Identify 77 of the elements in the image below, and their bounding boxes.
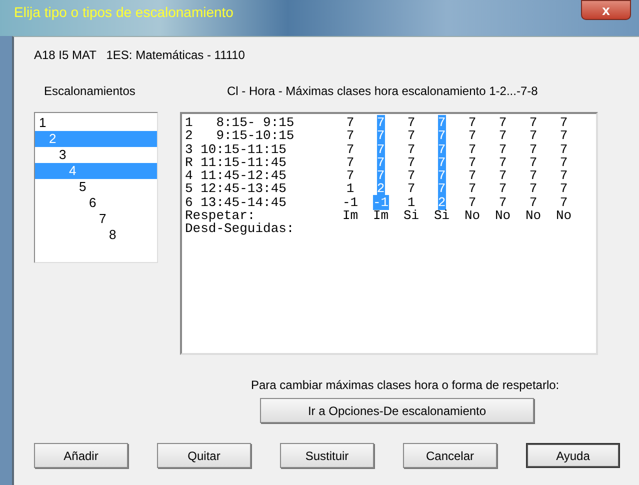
table-cell[interactable]: 7 bbox=[468, 142, 476, 157]
dialog-button[interactable]: Añadir bbox=[34, 443, 128, 468]
row-label: R 11:15-11:45 bbox=[185, 156, 288, 170]
row-label: Desd-Seguidas: bbox=[185, 222, 296, 236]
table-cell[interactable]: 7 bbox=[529, 142, 538, 157]
table-cell[interactable]: 7 bbox=[346, 154, 354, 170]
list-item[interactable]: 8 bbox=[35, 227, 157, 243]
table-cell[interactable]: 7 bbox=[407, 128, 416, 144]
row-label: 2 9:15-10:15 bbox=[185, 129, 296, 143]
table-cell[interactable]: 7 bbox=[407, 168, 416, 184]
dialog-button[interactable]: Ayuda bbox=[526, 443, 620, 468]
table-cell[interactable]: 7 bbox=[468, 181, 476, 196]
table-cell[interactable]: Si bbox=[434, 208, 450, 224]
table-cell[interactable]: 7 bbox=[560, 168, 568, 184]
table-cell[interactable]: 7 bbox=[346, 115, 354, 130]
list-item[interactable]: 1 bbox=[35, 115, 157, 131]
table-cell[interactable]: 7 bbox=[560, 142, 568, 157]
list-item[interactable]: 6 bbox=[35, 195, 157, 211]
table-cell[interactable]: 7 bbox=[529, 168, 538, 184]
options-button[interactable]: Ir a Opciones-De escalonamiento bbox=[260, 398, 534, 423]
table-cell[interactable]: No bbox=[464, 208, 480, 224]
row-label: 5 12:45-13:45 bbox=[185, 182, 288, 196]
table-heading: Cl - Hora - Máximas clases hora escalonamiento 1-2...-7-8 bbox=[226, 84, 538, 98]
dialog-button[interactable]: Sustituir bbox=[280, 443, 374, 468]
table-cell[interactable]: 7 bbox=[468, 168, 476, 184]
table-cell[interactable]: -1 bbox=[342, 194, 358, 210]
table-cell[interactable]: 7 bbox=[560, 181, 568, 196]
table-cell[interactable]: 7 bbox=[529, 181, 538, 196]
table-cell[interactable]: 7 bbox=[529, 154, 538, 170]
table-cell[interactable]: 7 bbox=[346, 142, 354, 157]
table-cell[interactable]: 7 bbox=[498, 194, 507, 210]
list-item[interactable]: 5 bbox=[35, 179, 157, 195]
table-cell[interactable]: 7 bbox=[498, 168, 507, 184]
dialog-button[interactable]: Quitar bbox=[157, 443, 251, 468]
table-cell[interactable]: 7 bbox=[498, 128, 507, 144]
row-label: 6 13:45-14:45 bbox=[185, 196, 288, 210]
table-cell[interactable]: 7 bbox=[498, 142, 507, 157]
table-cell[interactable]: 7 bbox=[560, 128, 568, 144]
row-label: 3 10:15-11:15 bbox=[185, 142, 288, 156]
table-cell[interactable]: 7 bbox=[498, 154, 507, 170]
window-title: Elija tipo o tipos de escalonamiento bbox=[14, 4, 234, 20]
table-cell[interactable]: 7 bbox=[468, 194, 476, 210]
row-label: Respetar: bbox=[185, 209, 256, 222]
table-cell[interactable]: No bbox=[556, 208, 572, 224]
table-cell[interactable]: Im bbox=[372, 208, 389, 224]
hint-text: Para cambiar máximas clases hora o forma de respetarlo: bbox=[251, 378, 560, 392]
dialog-button[interactable]: Cancelar bbox=[403, 443, 497, 468]
table-cell[interactable]: 7 bbox=[346, 168, 354, 184]
list-item[interactable]: 7 bbox=[35, 211, 157, 227]
table-cell[interactable]: 7 bbox=[560, 194, 568, 210]
table-cell[interactable]: 7 bbox=[407, 181, 416, 196]
list-item[interactable]: 3 bbox=[35, 147, 157, 163]
list-heading: Escalonamientos bbox=[43, 84, 136, 98]
table-cell[interactable]: 7 bbox=[498, 115, 507, 130]
table-cell[interactable]: 7 bbox=[407, 142, 416, 157]
table-cell[interactable]: Im bbox=[342, 208, 358, 224]
table-cell[interactable]: 7 bbox=[346, 128, 354, 144]
table-cell[interactable]: 7 bbox=[407, 154, 416, 170]
table-cell[interactable]: 7 bbox=[468, 128, 476, 144]
table-cell[interactable]: 7 bbox=[407, 115, 416, 130]
table-cell[interactable]: 7 bbox=[468, 115, 476, 130]
row-label: 1 8:15- 9:15 bbox=[185, 116, 296, 130]
table-cell[interactable]: No bbox=[494, 208, 511, 224]
table-cell[interactable]: 7 bbox=[529, 128, 538, 144]
table-cell[interactable]: Si bbox=[403, 208, 420, 224]
subject-label: A18 I5 MAT 1ES: Matemáticas - 11110 bbox=[34, 48, 245, 62]
table-cell[interactable]: 7 bbox=[529, 194, 538, 210]
table-cell[interactable]: 7 bbox=[560, 115, 568, 130]
table-cell[interactable]: 7 bbox=[560, 154, 568, 170]
row-label: 4 11:45-12:45 bbox=[185, 169, 288, 182]
table-cell[interactable]: 7 bbox=[498, 181, 507, 196]
table-cell[interactable]: 1 bbox=[407, 194, 416, 210]
table-cell[interactable]: 7 bbox=[468, 154, 476, 170]
table-cell[interactable]: 1 bbox=[346, 181, 354, 196]
table-cell[interactable]: No bbox=[525, 208, 542, 224]
close-button[interactable]: x bbox=[581, 0, 631, 20]
table-cell[interactable]: 7 bbox=[529, 115, 538, 130]
